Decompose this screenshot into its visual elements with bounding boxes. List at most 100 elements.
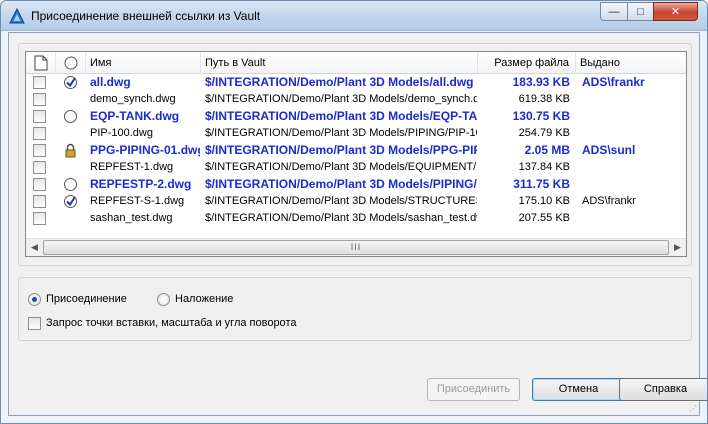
window-title: Присоединение внешней ссылки из Vault <box>31 9 261 23</box>
row-owner <box>582 108 686 125</box>
table-row[interactable]: all.dwg $/INTEGRATION/Demo/Plant 3D Model… <box>26 74 686 91</box>
scroll-right-icon[interactable]: ▶ <box>669 239 686 256</box>
resize-grip-icon[interactable]: ⋰ <box>689 404 697 413</box>
minimize-button[interactable]: — <box>600 2 628 21</box>
row-path: $/INTEGRATION/Demo/Plant 3D Models/STRUC… <box>205 195 477 207</box>
attach-button[interactable]: Присоединить <box>427 378 520 401</box>
no-status-icon <box>63 126 78 141</box>
row-name: sashan_test.dwg <box>90 212 173 224</box>
column-header-name[interactable]: Имя <box>86 52 201 74</box>
available-status-icon <box>64 110 77 123</box>
row-checkbox[interactable] <box>33 195 46 208</box>
row-size: 207.55 KB <box>518 212 570 224</box>
minimize-icon: — <box>608 5 620 18</box>
no-status-icon <box>63 160 78 175</box>
row-name: REPFEST-1.dwg <box>90 161 174 173</box>
row-size: 619.38 KB <box>518 93 570 105</box>
row-owner: ADS\frankr <box>582 195 636 207</box>
checked-out-icon <box>64 76 77 89</box>
file-list-group: Имя Путь в Vault Размер файла Выдано all… <box>18 43 692 266</box>
lock-icon <box>65 143 76 158</box>
row-owner <box>582 210 686 227</box>
row-checkbox[interactable] <box>33 144 46 157</box>
dialog-window: Присоединение внешней ссылки из Vault — … <box>0 0 708 424</box>
column-header-owner[interactable]: Выдано <box>576 52 686 74</box>
row-path: $/INTEGRATION/Demo/Plant 3D Models/sasha… <box>205 212 477 224</box>
overlay-radio[interactable] <box>157 293 170 306</box>
row-owner <box>582 125 686 142</box>
column-header-size[interactable]: Размер файла <box>478 52 576 74</box>
prompt-checkbox-label[interactable]: Запрос точки вставки, масштаба и угла по… <box>46 317 296 329</box>
cancel-button[interactable]: Отмена <box>532 378 625 401</box>
scroll-left-icon[interactable]: ◀ <box>26 239 43 256</box>
row-name: PIP-100.dwg <box>90 127 153 139</box>
row-checkbox[interactable] <box>33 76 46 89</box>
row-checkbox[interactable] <box>33 110 46 123</box>
close-icon: ✕ <box>670 6 681 18</box>
row-checkbox[interactable] <box>33 178 46 191</box>
row-size: 2.05 MB <box>524 143 570 157</box>
row-owner <box>582 176 686 193</box>
help-button[interactable]: Справка <box>619 378 707 401</box>
row-size: 254.79 KB <box>518 127 570 139</box>
row-name: EQP-TANK.dwg <box>90 109 180 123</box>
row-name: REPFEST-S-1.dwg <box>90 195 185 207</box>
status-icon <box>64 56 78 70</box>
row-checkbox[interactable] <box>33 161 46 174</box>
table-row[interactable]: demo_synch.dwg $/INTEGRATION/Demo/Plant 3… <box>26 91 686 108</box>
row-size: 183.93 KB <box>512 75 570 89</box>
checked-out-icon <box>64 195 77 208</box>
table-row[interactable]: EQP-TANK.dwg $/INTEGRATION/Demo/Plant 3D … <box>26 108 686 125</box>
attach-radio-label[interactable]: Присоединение <box>46 293 127 305</box>
table-row[interactable]: PPG-PIPING-01.dwg $/INTEGRATION/Demo/Plan… <box>26 142 686 159</box>
available-status-icon <box>64 178 77 191</box>
prompt-checkbox[interactable] <box>28 317 41 330</box>
row-checkbox[interactable] <box>33 93 46 106</box>
column-header-status[interactable] <box>56 52 86 74</box>
no-status-icon <box>63 211 78 226</box>
row-path: $/INTEGRATION/Demo/Plant 3D Models/PIPIN… <box>205 177 477 191</box>
row-path: $/INTEGRATION/Demo/Plant 3D Models/PPG-P… <box>205 143 477 157</box>
table-row[interactable]: REPFEST-1.dwg $/INTEGRATION/Demo/Plant 3D… <box>26 159 686 176</box>
table-row[interactable]: sashan_test.dwg $/INTEGRATION/Demo/Plant … <box>26 210 686 227</box>
row-path: $/INTEGRATION/Demo/Plant 3D Models/all.d… <box>205 75 474 89</box>
row-owner: ADS\sunl <box>582 143 636 157</box>
row-size: 311.75 KB <box>513 177 570 191</box>
row-owner: ADS\frankr <box>582 75 645 89</box>
row-size: 175.10 KB <box>518 195 570 207</box>
row-name: demo_synch.dwg <box>90 93 176 105</box>
row-name: REPFESTP-2.dwg <box>90 177 192 191</box>
list-header: Имя Путь в Vault Размер файла Выдано <box>26 52 686 74</box>
table-row[interactable]: PIP-100.dwg $/INTEGRATION/Demo/Plant 3D M… <box>26 125 686 142</box>
row-size: 130.75 KB <box>512 109 570 123</box>
file-list[interactable]: Имя Путь в Vault Размер файла Выдано all… <box>25 51 687 257</box>
close-button[interactable]: ✕ <box>653 2 698 21</box>
row-name: PPG-PIPING-01.dwg <box>90 143 200 157</box>
no-status-icon <box>63 92 78 107</box>
row-checkbox[interactable] <box>33 212 46 225</box>
row-checkbox[interactable] <box>33 127 46 140</box>
row-path: $/INTEGRATION/Demo/Plant 3D Models/EQP-T… <box>205 109 477 123</box>
row-path: $/INTEGRATION/Demo/Plant 3D Models/demo_… <box>205 93 477 105</box>
table-row[interactable]: REPFEST-S-1.dwg $/INTEGRATION/Demo/Plant … <box>26 193 686 210</box>
row-size: 137.84 KB <box>518 161 570 173</box>
document-icon <box>34 55 48 71</box>
dialog-client: Имя Путь в Vault Размер файла Выдано all… <box>8 32 707 416</box>
title-bar[interactable]: Присоединение внешней ссылки из Vault — … <box>1 1 707 31</box>
maximize-button[interactable]: □ <box>627 2 654 21</box>
row-name: all.dwg <box>90 75 131 89</box>
horizontal-scrollbar[interactable]: ◀ III ▶ <box>26 238 686 256</box>
row-owner <box>582 91 686 108</box>
options-group: Присоединение Наложение Запрос точки вст… <box>18 277 692 341</box>
scrollbar-thumb[interactable]: III <box>43 240 669 255</box>
overlay-radio-label[interactable]: Наложение <box>175 293 233 305</box>
column-header-path[interactable]: Путь в Vault <box>201 52 478 74</box>
row-path: $/INTEGRATION/Demo/Plant 3D Models/EQUIP… <box>205 161 477 173</box>
table-row[interactable]: REPFESTP-2.dwg $/INTEGRATION/Demo/Plant 3… <box>26 176 686 193</box>
attach-radio[interactable] <box>28 293 41 306</box>
autocad-logo-icon <box>9 8 25 24</box>
column-header-select[interactable] <box>26 52 56 74</box>
grip-icon: III <box>350 242 362 252</box>
row-owner <box>582 159 686 176</box>
row-path: $/INTEGRATION/Demo/Plant 3D Models/PIPIN… <box>205 127 477 139</box>
